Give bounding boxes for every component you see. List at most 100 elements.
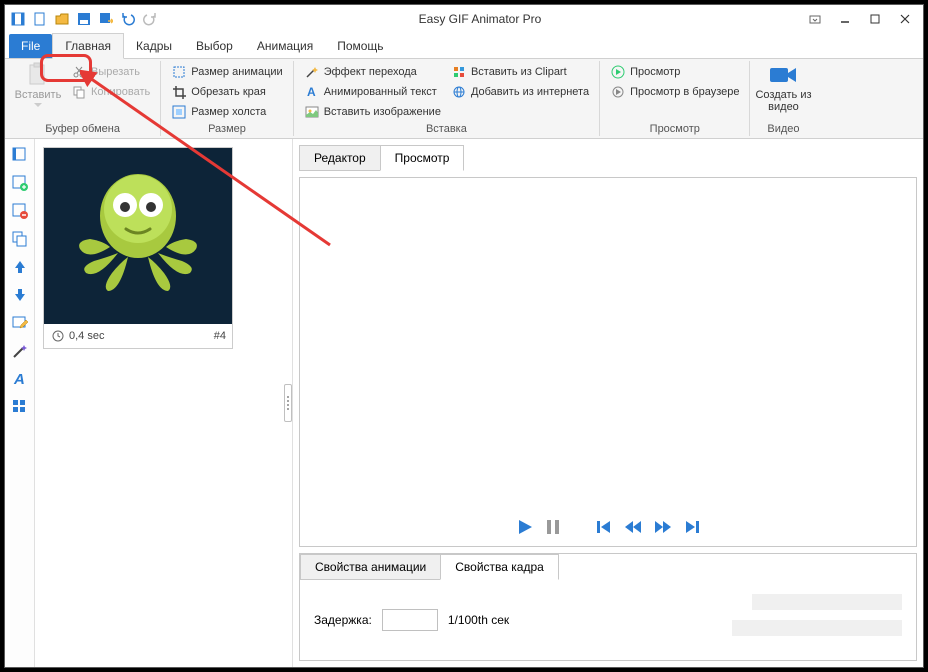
pause-button[interactable]: [546, 518, 560, 536]
properties-box: Свойства анимации Свойства кадра Задержк…: [299, 553, 917, 661]
clock-icon: [50, 328, 66, 344]
close-button[interactable]: [891, 9, 919, 29]
add-frame-plus-icon[interactable]: [10, 173, 30, 193]
frames-panel: 0,4 sec #4: [35, 139, 293, 667]
move-down-icon[interactable]: [10, 285, 30, 305]
ribbon-group-clipboard: Вставить Вырезать Копировать Буфер обмен…: [5, 61, 161, 136]
main-panel: Редактор Просмотр Свойства анимации: [293, 139, 923, 667]
ribbon-group-preview: Просмотр Просмотр в браузере Просмотр: [600, 61, 750, 136]
delete-frame-icon[interactable]: [10, 201, 30, 221]
preview-button[interactable]: Просмотр: [608, 63, 741, 81]
svg-text:A: A: [13, 371, 25, 388]
animated-text-button[interactable]: AАнимированный текст: [302, 83, 443, 101]
playback-controls: [300, 508, 916, 546]
properties-tabs: Свойства анимации Свойства кадра: [300, 554, 916, 580]
play-icon: [610, 64, 626, 80]
paste-button: Вставить: [13, 63, 63, 107]
tab-frames[interactable]: Кадры: [124, 34, 184, 58]
canvas-size-button[interactable]: Размер холста: [169, 103, 284, 121]
app-title: Easy GIF Animator Pro: [159, 12, 801, 26]
crop-button[interactable]: Обрезать края: [169, 83, 284, 101]
preview-canvas: [300, 178, 916, 508]
ribbon-group-insert: Эффект перехода AАнимированный текст Вст…: [294, 61, 600, 136]
undo-icon[interactable]: [119, 10, 137, 28]
add-frame-icon[interactable]: [10, 145, 30, 165]
skeleton-bar: [732, 620, 902, 636]
tab-file[interactable]: File: [9, 34, 52, 58]
app-window: Easy GIF Animator Pro File Главная Кадры…: [4, 4, 924, 668]
copy-button: Копировать: [69, 83, 152, 101]
open-icon[interactable]: [53, 10, 71, 28]
paste-icon: [22, 63, 54, 87]
frame-thumbnail: [44, 148, 232, 324]
properties-content: Задержка: 1/100th сек: [300, 580, 916, 660]
move-up-icon[interactable]: [10, 257, 30, 277]
tab-anim-props[interactable]: Свойства анимации: [300, 554, 441, 580]
delay-unit: 1/100th сек: [448, 613, 509, 627]
video-icon: [767, 63, 799, 87]
text-tool-icon[interactable]: A: [10, 369, 30, 389]
content-area: A: [5, 139, 923, 667]
quick-access-toolbar: [9, 10, 159, 28]
browser-icon: [610, 84, 626, 100]
canvas-icon: [171, 104, 187, 120]
frame-meta: 0,4 sec #4: [44, 324, 232, 348]
last-frame-button[interactable]: [684, 519, 700, 535]
first-frame-button[interactable]: [596, 519, 612, 535]
clipart-button[interactable]: Вставить из Clipart: [449, 63, 591, 81]
preview-box: [299, 177, 917, 547]
tab-editor[interactable]: Редактор: [299, 145, 381, 171]
panel-resize-grip[interactable]: [284, 384, 292, 422]
left-toolbar: A: [5, 139, 35, 667]
ribbon-group-size: Размер анимации Обрезать края Размер хол…: [161, 61, 293, 136]
svg-text:A: A: [307, 85, 316, 99]
skeleton-bar: [752, 594, 902, 610]
crop-icon: [171, 84, 187, 100]
tab-selection[interactable]: Выбор: [184, 34, 245, 58]
save-icon[interactable]: [75, 10, 93, 28]
frame-index: #4: [214, 330, 226, 342]
edit-frame-icon[interactable]: [10, 313, 30, 333]
tab-frame-props[interactable]: Свойства кадра: [440, 554, 559, 580]
next-frame-button[interactable]: [654, 519, 672, 535]
ribbon-group-video: Создать из видео Видео: [750, 61, 816, 136]
delay-label: Задержка:: [314, 613, 372, 627]
transition-button[interactable]: Эффект перехода: [302, 63, 443, 81]
tab-help[interactable]: Помощь: [325, 34, 395, 58]
scissors-icon: [71, 64, 87, 80]
tab-animation[interactable]: Анимация: [245, 34, 325, 58]
insert-image-button[interactable]: Вставить изображение: [302, 103, 443, 121]
saveas-icon[interactable]: [97, 10, 115, 28]
globe-icon: [451, 84, 467, 100]
minimize-button[interactable]: [831, 9, 859, 29]
grid-icon[interactable]: [10, 397, 30, 417]
image-icon: [304, 104, 320, 120]
internet-button[interactable]: Добавить из интернета: [449, 83, 591, 101]
prev-frame-button[interactable]: [624, 519, 642, 535]
redo-icon[interactable]: [141, 10, 159, 28]
maximize-button[interactable]: [861, 9, 889, 29]
new-icon[interactable]: [31, 10, 49, 28]
copy-icon: [71, 84, 87, 100]
ribbon-toggle-icon[interactable]: [801, 9, 829, 29]
titlebar: Easy GIF Animator Pro: [5, 5, 923, 33]
create-from-video-button[interactable]: Создать из видео: [758, 63, 808, 113]
resize-icon: [171, 64, 187, 80]
magic-icon[interactable]: [10, 341, 30, 361]
film-icon[interactable]: [9, 10, 27, 28]
frame-card[interactable]: 0,4 sec #4: [43, 147, 233, 349]
text-icon: A: [304, 84, 320, 100]
window-controls: [801, 9, 919, 29]
play-button[interactable]: [516, 518, 534, 536]
duplicate-frame-icon[interactable]: [10, 229, 30, 249]
ribbon: Вставить Вырезать Копировать Буфер обмен…: [5, 59, 923, 139]
tab-preview[interactable]: Просмотр: [380, 145, 465, 171]
resize-animation-button[interactable]: Размер анимации: [169, 63, 284, 81]
clipart-icon: [451, 64, 467, 80]
delay-input[interactable]: [382, 609, 438, 631]
wand-icon: [304, 64, 320, 80]
ribbon-tabs: File Главная Кадры Выбор Анимация Помощь: [5, 33, 923, 59]
tab-home[interactable]: Главная: [52, 33, 124, 59]
cut-button: Вырезать: [69, 63, 152, 81]
browser-preview-button[interactable]: Просмотр в браузере: [608, 83, 741, 101]
